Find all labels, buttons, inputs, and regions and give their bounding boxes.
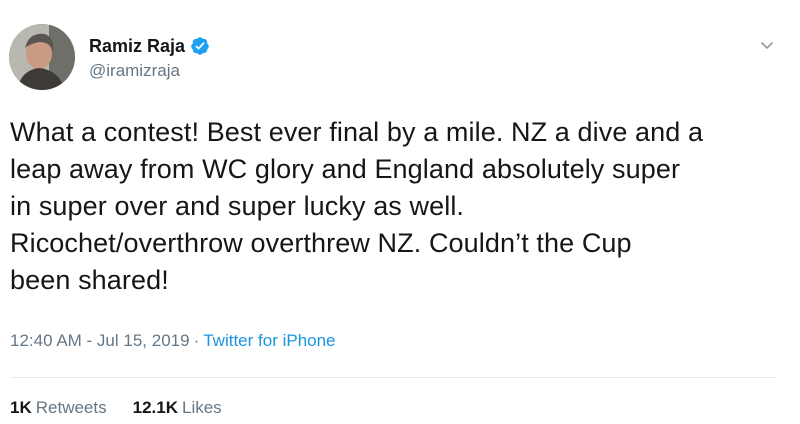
verified-badge-icon <box>190 36 210 56</box>
tweet-text-line: been shared! <box>10 265 169 295</box>
user-handle[interactable]: @iramizraja <box>89 61 180 81</box>
tweet-text-line: Ricochet/overthrow overthrew NZ. Couldn’… <box>10 228 632 258</box>
name-row: Ramiz Raja <box>89 34 210 58</box>
chevron-down-icon[interactable] <box>758 36 776 54</box>
retweets-stat[interactable]: 1K Retweets <box>10 398 107 418</box>
tweet-meta: 12:40 AM - Jul 15, 2019 · Twitter for iPho… <box>10 331 336 351</box>
likes-label: Likes <box>181 398 222 417</box>
tweet-text-line: leap away from WC glory and England abso… <box>10 154 681 184</box>
retweets-count: 1K <box>10 398 32 417</box>
tweet-text-line: What a contest! Best ever final by a mil… <box>10 117 704 147</box>
avatar-image <box>9 24 75 90</box>
display-name[interactable]: Ramiz Raja <box>89 36 185 57</box>
retweets-label: Retweets <box>35 398 107 417</box>
likes-stat[interactable]: 12.1K Likes <box>133 398 222 418</box>
avatar[interactable] <box>9 24 75 90</box>
tweet-stats: 1K Retweets 12.1K Likes <box>10 398 248 418</box>
tweet-text: What a contest! Best ever final by a mil… <box>10 114 780 299</box>
timestamp[interactable]: 12:40 AM - Jul 15, 2019 <box>10 331 190 350</box>
meta-separator: · <box>193 331 200 350</box>
likes-count: 12.1K <box>132 398 178 417</box>
tweet-card: Ramiz Raja @iramizraja What a contest! B… <box>0 0 800 424</box>
tweet-text-line: in super over and super lucky as well. <box>10 191 465 221</box>
divider <box>10 377 776 378</box>
source-link[interactable]: Twitter for iPhone <box>203 331 335 350</box>
